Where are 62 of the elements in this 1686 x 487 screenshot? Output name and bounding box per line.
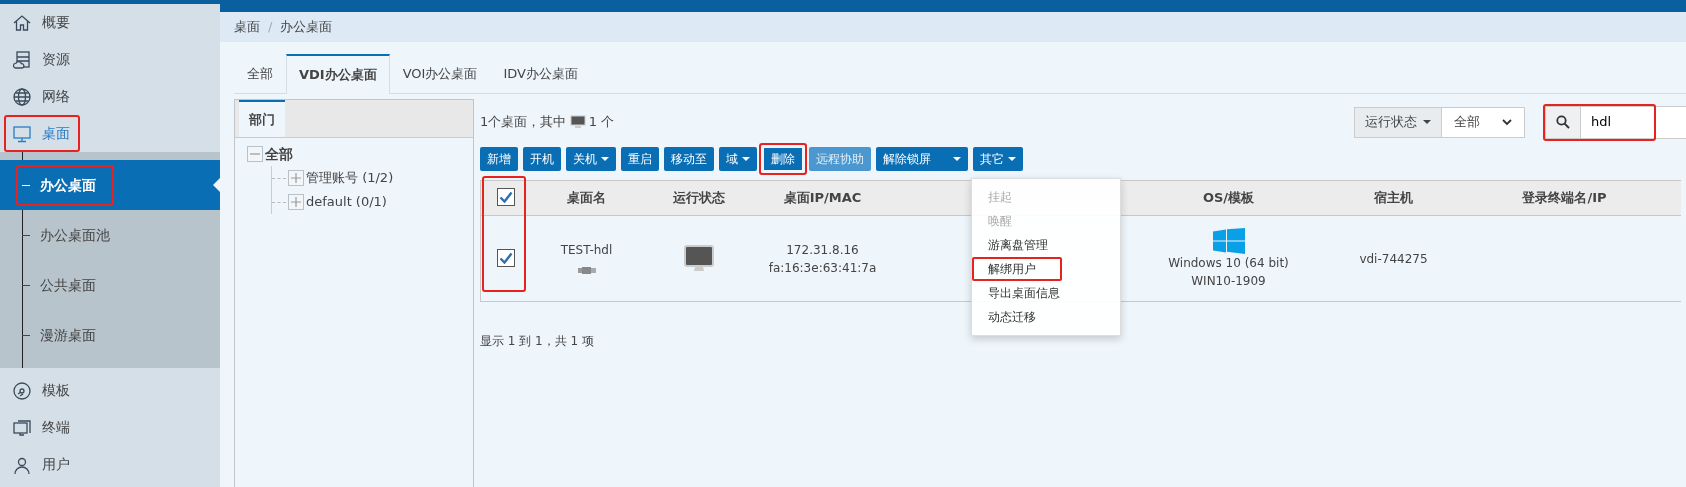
menu-item[interactable]: 导出桌面信息 — [972, 281, 1120, 305]
checkbox[interactable] — [496, 187, 515, 206]
disc-icon — [12, 380, 32, 401]
submenu-item[interactable]: 办公桌面 — [0, 160, 220, 210]
pagination-info: 显示 1 到 1，共 1 项 — [480, 333, 595, 350]
dropdown-button[interactable]: 其它 — [973, 147, 1023, 171]
menu-item[interactable]: 游离盘管理 — [972, 233, 1120, 257]
checkbox[interactable] — [496, 248, 515, 267]
summary-count: 1 个 — [588, 113, 615, 132]
table-cell-text: WIN10-1909 — [1190, 272, 1267, 290]
submenu-item[interactable]: 漫游桌面 — [0, 310, 220, 360]
server-icon — [12, 49, 32, 70]
column-header[interactable]: OS/模板 — [1202, 190, 1255, 206]
status-filter[interactable]: 运行状态 全部 — [1354, 106, 1525, 138]
expand-icon[interactable] — [288, 194, 304, 210]
tree-node[interactable]: default (0/1) — [306, 192, 387, 212]
breadcrumb-separator: / — [268, 18, 273, 37]
sidebar-item[interactable]: 模板 — [0, 372, 220, 409]
tree-node[interactable]: 管理账号 (1/2) — [306, 168, 394, 188]
table-cell-text: 172.31.8.16 — [785, 241, 860, 259]
summary-text: 1个桌面，其中 — [480, 113, 567, 132]
tab[interactable]: IDV办公桌面 — [490, 54, 591, 93]
table-cell-text: fa:16:3e:63:41:7a — [767, 259, 878, 277]
column-header[interactable]: 宿主机 — [1374, 190, 1413, 206]
expand-icon[interactable] — [288, 170, 304, 186]
windows-logo-icon — [1212, 227, 1245, 254]
breadcrumb-link[interactable]: 桌面 — [234, 17, 260, 37]
sidebar-item[interactable]: 概要 — [0, 4, 220, 41]
collapse-icon[interactable] — [247, 146, 263, 162]
table-cell-text: TEST-hdl — [559, 241, 614, 259]
submenu-item[interactable]: 办公桌面池 — [0, 210, 220, 260]
usb-icon — [577, 265, 596, 275]
sidebar-item[interactable]: 网络 — [0, 78, 220, 115]
tab[interactable]: 全部 — [234, 54, 286, 93]
table-cell: vdi-744275 — [1359, 251, 1428, 266]
dropdown-button[interactable]: 关机 — [566, 147, 616, 171]
sidebar-item[interactable]: 用户 — [0, 446, 220, 483]
breadcrumb-link[interactable]: 办公桌面 — [280, 17, 333, 37]
table-cell-text: Windows 10 (64 bit) — [1167, 254, 1290, 272]
tab[interactable]: VOI办公桌面 — [389, 54, 491, 93]
monitor-icon — [12, 417, 32, 438]
dropdown-button[interactable]: 域 — [719, 147, 757, 171]
monitor-icon — [683, 244, 714, 273]
toolbar-button[interactable]: 开机 — [523, 147, 561, 171]
tree-node[interactable]: 全部 — [265, 143, 293, 165]
toolbar-button[interactable]: 删除 — [759, 143, 807, 175]
sidebar-item[interactable]: 终端 — [0, 409, 220, 446]
menu-item[interactable]: 动态迁移 — [972, 305, 1120, 329]
sidebar-item[interactable]: 资源 — [0, 41, 220, 78]
panel-tab[interactable]: 部门 — [239, 100, 285, 137]
menu-item[interactable]: 解绑用户 — [972, 257, 1062, 281]
toolbar-button[interactable]: 新增 — [480, 147, 518, 171]
globe-icon — [12, 86, 32, 107]
monitor-icon — [569, 115, 586, 129]
submenu-item[interactable]: 公共桌面 — [0, 260, 220, 310]
monitor-icon — [12, 123, 32, 144]
column-header[interactable]: 桌面名 — [567, 190, 606, 206]
toolbar-button[interactable]: 移动至 — [664, 147, 714, 171]
dropdown-button[interactable]: 解除锁屏 — [876, 147, 968, 171]
tab[interactable]: VDI办公桌面 — [286, 54, 390, 94]
chevron-icon — [1502, 118, 1512, 126]
toolbar-button[interactable]: 重启 — [621, 147, 659, 171]
